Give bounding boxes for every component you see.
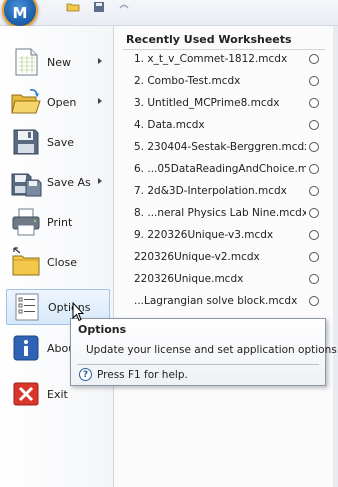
recent-item[interactable]: 4. Data.mcdx (115, 115, 329, 135)
options-list-icon (15, 293, 39, 321)
recent-item-name: 2. Combo-Test.mcdx (134, 75, 241, 87)
save-as-button[interactable]: Save As (6, 164, 110, 200)
pin-icon[interactable] (309, 230, 319, 240)
recent-item[interactable]: 220326Unique-v2.mcdx (115, 247, 329, 267)
recent-item-name: 1. x_t_v_Commet-1812.mcdx (134, 53, 288, 65)
pin-icon[interactable] (309, 76, 319, 86)
undo-icon[interactable] (117, 2, 131, 12)
quick-access-toolbar (0, 0, 338, 26)
recent-item[interactable]: 6. ...05DataReadingAndChoice.mcdx (115, 159, 329, 179)
options-tooltip: Options Update your license and set appl… (70, 318, 338, 386)
recent-item[interactable]: 7. 2d&3D-Interpolation.mcdx (115, 181, 329, 201)
exit-label: Exit (47, 387, 68, 401)
save-disk-icon (13, 129, 39, 155)
pin-icon[interactable] (309, 252, 319, 262)
pin-icon[interactable] (309, 54, 319, 64)
menu-right-edge (333, 26, 338, 487)
recent-item-name: 9. 220326Unique-v3.mcdx (134, 229, 274, 241)
close-label: Close (47, 255, 77, 269)
save-as-label: Save As (47, 175, 91, 189)
open-label: Open (47, 95, 77, 109)
recent-item[interactable]: 2. Combo-Test.mcdx (115, 71, 329, 91)
recent-item-name: ...Lagrangian solve block.mcdx (134, 295, 298, 307)
tooltip-description: Update your license and set application … (86, 344, 338, 356)
pin-icon[interactable] (309, 274, 319, 284)
recent-item-name: 220326Unique-v2.mcdx (134, 251, 260, 263)
print-label: Print (47, 215, 73, 229)
new-worksheet-icon (15, 48, 38, 76)
pin-icon[interactable] (309, 98, 319, 108)
pin-icon[interactable] (309, 164, 319, 174)
save-label: Save (47, 135, 75, 149)
submenu-arrow-icon (98, 58, 102, 64)
recent-title: Recently Used Worksheets (126, 33, 292, 46)
recent-item[interactable]: 9. 220326Unique-v3.mcdx (115, 225, 329, 245)
tooltip-title: Options (78, 323, 127, 336)
submenu-arrow-icon (98, 98, 102, 104)
mouse-cursor-icon (72, 302, 84, 322)
save-as-icon (11, 173, 42, 197)
close-button[interactable]: Close (6, 244, 110, 280)
printer-icon (12, 208, 40, 236)
open-folder-icon (11, 89, 41, 114)
recent-item[interactable]: ...Lagrangian solve block.mcdx (115, 291, 329, 311)
recent-item[interactable]: 220326Unique.mcdx (115, 269, 329, 289)
recent-item-name: 3. Untitled_MCPrime8.mcdx (134, 97, 280, 109)
recent-worksheets-panel: Recently Used Worksheets 1. x_t_v_Commet… (115, 26, 333, 326)
pin-icon[interactable] (309, 296, 319, 306)
info-icon (13, 335, 39, 361)
recent-item-name: 7. 2d&3D-Interpolation.mcdx (134, 185, 287, 197)
recent-item-name: 5. 230404-Sestak-Berggren.mcdx (134, 141, 306, 153)
recent-item[interactable]: 5. 230404-Sestak-Berggren.mcdx (115, 137, 329, 157)
tooltip-help: ? Press F1 for help. (79, 368, 188, 381)
options-label: Options (48, 300, 91, 314)
recent-item-name: 220326Unique.mcdx (134, 273, 244, 285)
recent-item-name: 8. ...neral Physics Lab Nine.mcdx (134, 207, 306, 219)
tooltip-help-text: Press F1 for help. (97, 368, 188, 381)
print-button[interactable]: Print (6, 204, 110, 240)
help-icon: ? (79, 368, 92, 381)
new-label: New (47, 55, 71, 69)
save-disk-icon[interactable] (92, 2, 106, 12)
app-orb-letter: M (12, 4, 28, 22)
open-folder-icon[interactable] (66, 2, 80, 12)
new-button[interactable]: New (6, 44, 110, 80)
tooltip-separator (77, 364, 319, 365)
command-panel: New Open Save Save As Print Close Option… (0, 26, 114, 487)
recent-item-name: 4. Data.mcdx (134, 119, 205, 131)
exit-x-icon (13, 382, 39, 406)
recent-item[interactable]: 8. ...neral Physics Lab Nine.mcdx (115, 203, 329, 223)
submenu-arrow-icon (98, 178, 102, 184)
recent-item-name: 6. ...05DataReadingAndChoice.mcdx (134, 163, 306, 175)
pin-icon[interactable] (309, 208, 319, 218)
pin-icon[interactable] (309, 142, 319, 152)
close-folder-icon (12, 247, 40, 276)
open-button[interactable]: Open (6, 84, 110, 120)
pin-icon[interactable] (309, 186, 319, 196)
save-button[interactable]: Save (6, 124, 110, 160)
recent-item[interactable]: 3. Untitled_MCPrime8.mcdx (115, 93, 329, 113)
pin-icon[interactable] (309, 120, 319, 130)
recent-item[interactable]: 1. x_t_v_Commet-1812.mcdx (115, 49, 329, 69)
